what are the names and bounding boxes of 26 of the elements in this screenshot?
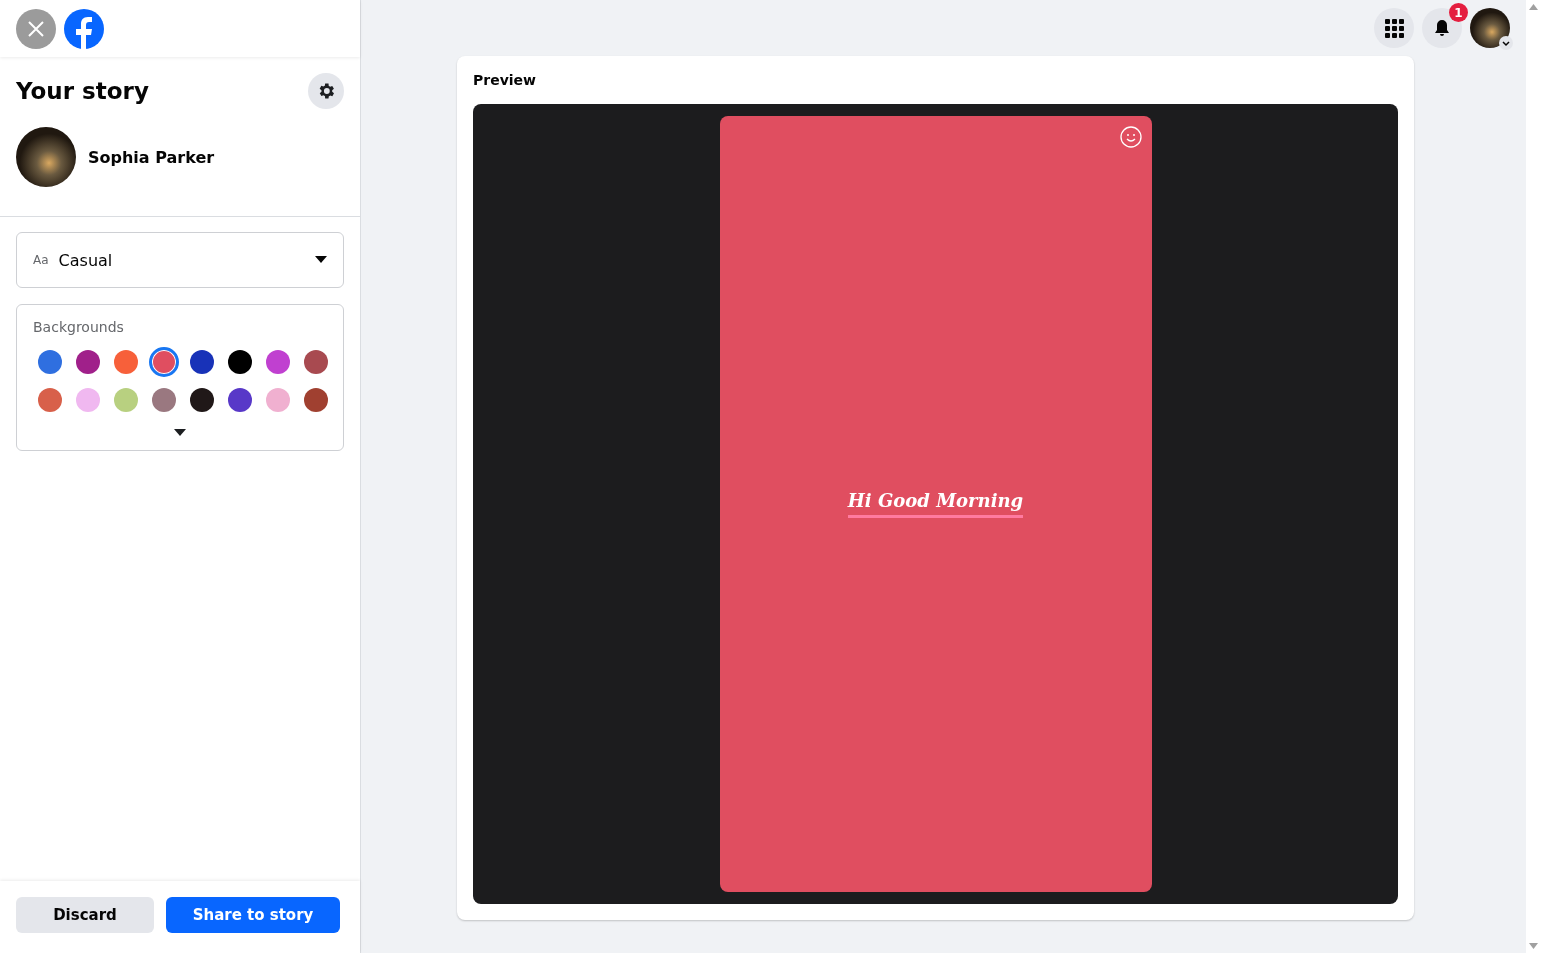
menu-button[interactable]	[1374, 8, 1414, 48]
backgrounds-label: Backgrounds	[33, 319, 125, 335]
close-button[interactable]	[16, 8, 56, 49]
chevron-icon[interactable]	[1499, 36, 1513, 50]
logo-icon[interactable]	[64, 8, 104, 49]
settings-button[interactable]	[308, 73, 344, 109]
notifications-button[interactable]	[1422, 8, 1462, 48]
preview-title: Preview	[473, 72, 537, 88]
bell-icon	[1432, 18, 1452, 38]
story-text[interactable]: Hi Good Morning	[847, 490, 1024, 518]
scroll-down-icon[interactable]	[1529, 943, 1538, 949]
user-name: Sophia Parker	[88, 147, 215, 167]
font-dropdown[interactable]: Aa Casual	[16, 232, 344, 288]
share-button[interactable]: Share to story	[166, 897, 340, 933]
notification-badge: 1	[1449, 3, 1468, 22]
close-icon	[27, 19, 45, 38]
smiley-icon[interactable]	[1118, 125, 1143, 149]
account-avatar[interactable]	[1470, 8, 1510, 48]
discard-button[interactable]: Discard	[16, 897, 154, 933]
panel-title: Your story	[16, 78, 149, 104]
caret-icon[interactable]	[172, 427, 188, 438]
background-swatch[interactable]	[149, 347, 179, 377]
caret-icon	[315, 256, 327, 264]
menu-icon	[1384, 18, 1404, 38]
avatar	[16, 127, 76, 187]
scroll-up-icon[interactable]	[1529, 4, 1538, 10]
